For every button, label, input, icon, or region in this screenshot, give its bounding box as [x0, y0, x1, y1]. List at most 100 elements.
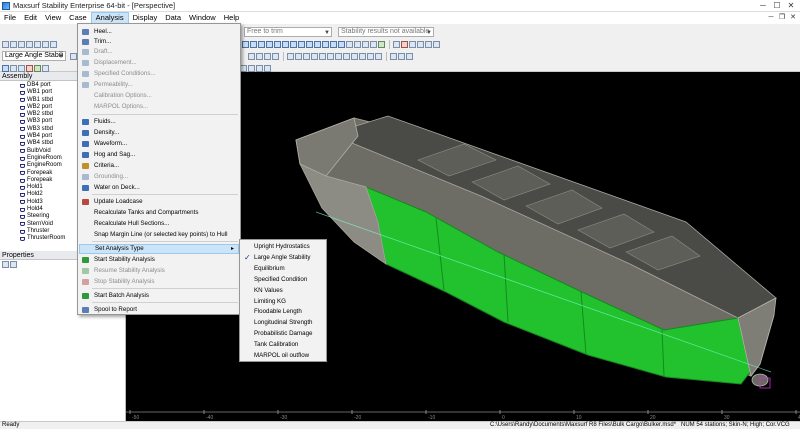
menu-edit[interactable]: Edit — [20, 12, 41, 24]
menu-item-permeability[interactable]: Permeability... — [79, 80, 239, 90]
menu-item-update-loadcase[interactable]: Update Loadcase — [79, 197, 239, 207]
maximize-icon[interactable]: ☐ — [770, 0, 784, 11]
close-icon[interactable]: ✕ — [784, 0, 798, 11]
color-tool-icon[interactable] — [401, 40, 408, 48]
layer-10-icon[interactable] — [359, 52, 366, 60]
tank-tool-icon[interactable] — [354, 40, 361, 48]
measure-tool-icon[interactable] — [240, 64, 247, 72]
margin-tool-icon[interactable] — [370, 40, 377, 48]
menu-item-density[interactable]: Density... — [79, 128, 239, 138]
menu-item-calibration-options[interactable]: Calibration Options... — [79, 91, 239, 101]
view-side-icon[interactable] — [256, 52, 263, 60]
arrow-tool-icon[interactable] — [18, 64, 25, 72]
menu-item-start-stability-analysis[interactable]: Start Stability Analysis — [79, 255, 239, 265]
undo-icon[interactable] — [50, 40, 57, 48]
layer-6-icon[interactable] — [327, 52, 334, 60]
print-icon[interactable] — [26, 40, 33, 48]
menu-item-grounding[interactable]: Grounding... — [79, 172, 239, 182]
menu-item-resume-stability-analysis[interactable]: Resume Stability Analysis — [79, 266, 239, 276]
heel-tool-icon[interactable] — [242, 40, 249, 48]
compartment-tool-icon[interactable] — [362, 40, 369, 48]
menu-item-draft[interactable]: Draft... — [79, 47, 239, 57]
layer-4-icon[interactable] — [311, 52, 318, 60]
menu-item-water-on-deck[interactable]: Water on Deck... — [79, 183, 239, 193]
render-3-icon[interactable] — [406, 52, 413, 60]
permeability-tool-icon[interactable] — [282, 40, 289, 48]
menu-item-criteria[interactable]: Criteria... — [79, 161, 239, 171]
analysis-type-upright-hydrostatics[interactable]: Upright Hydrostatics — [241, 242, 325, 253]
menu-item-recalculate-hull-sections[interactable]: Recalculate Hull Sections... — [79, 219, 239, 229]
analysis-type-marpol-oil-outflow[interactable]: MARPOL oil outflow — [241, 351, 325, 362]
layer-12-icon[interactable] — [375, 52, 382, 60]
section-tool-icon[interactable] — [346, 40, 353, 48]
paste-icon[interactable] — [42, 40, 49, 48]
analysis-type-limiting-kg[interactable]: Limiting KG — [241, 297, 325, 308]
grounding-tool-icon[interactable] — [330, 40, 337, 48]
new-icon[interactable] — [2, 40, 9, 48]
more-tool-icon[interactable] — [42, 64, 49, 72]
doc-close-icon[interactable]: ✕ — [788, 12, 798, 22]
menu-item-stop-stability-analysis[interactable]: Stop Stability Analysis — [79, 277, 239, 287]
trim-select[interactable]: Free to trim ▼ — [244, 27, 332, 37]
render-1-icon[interactable] — [390, 52, 397, 60]
analysis-type-probabilistic-damage[interactable]: Probabilistic Damage — [241, 329, 325, 340]
analysis-type-longitudinal-strength[interactable]: Longitudinal Strength — [241, 318, 325, 329]
menu-item-fluids[interactable]: Fluids... — [79, 117, 239, 127]
criteria-tool-icon[interactable] — [322, 40, 329, 48]
menu-file[interactable]: File — [0, 12, 20, 24]
stability-results-select[interactable]: Stability results not available ▼ — [338, 27, 434, 37]
condition-tool-icon[interactable] — [274, 40, 281, 48]
copy-icon[interactable] — [34, 40, 41, 48]
menu-item-waveform[interactable]: Waveform... — [79, 139, 239, 149]
layer-7-icon[interactable] — [335, 52, 342, 60]
analysis-type-select[interactable]: Large Angle Stabili ▼ — [2, 51, 66, 61]
options-tool-icon[interactable] — [433, 40, 440, 48]
doc-restore-icon[interactable]: ❐ — [777, 12, 787, 22]
menu-item-spool-to-report[interactable]: Spool to Report — [79, 305, 239, 315]
grid-tool-icon[interactable] — [425, 40, 432, 48]
render-2-icon[interactable] — [398, 52, 405, 60]
view-top-icon[interactable] — [272, 52, 279, 60]
curve-tool-icon[interactable] — [256, 64, 263, 72]
menu-item-hog-and-sag[interactable]: Hog and Sag... — [79, 150, 239, 160]
alphabetical-icon[interactable] — [10, 261, 17, 268]
menu-item-start-batch-analysis[interactable]: Start Batch Analysis — [79, 291, 239, 301]
menu-item-marpol-options[interactable]: MARPOL Options... — [79, 102, 239, 112]
frame-tool-icon[interactable] — [10, 64, 17, 72]
layer-11-icon[interactable] — [367, 52, 374, 60]
categorized-icon[interactable] — [2, 261, 9, 268]
analysis-type-large-angle-stability[interactable]: ✓ Large Angle Stability — [241, 253, 325, 264]
point-tool-icon[interactable] — [34, 64, 41, 72]
marker-tool-icon[interactable] — [26, 64, 33, 72]
menu-item-heel[interactable]: Heel... — [79, 27, 239, 37]
layer-2-icon[interactable] — [295, 52, 302, 60]
hog-sag-tool-icon[interactable] — [314, 40, 321, 48]
analysis-type-equilibrium[interactable]: Equilibrium — [241, 264, 325, 275]
ruler-tool-icon[interactable] — [248, 64, 255, 72]
menu-item-snap-margin-line-or-selected-key-points-to-hull[interactable]: Snap Margin Line (or selected key points… — [79, 230, 239, 240]
select-tool-icon[interactable] — [2, 64, 9, 72]
trim-tool-icon[interactable] — [250, 40, 257, 48]
displacement-tool-icon[interactable] — [266, 40, 273, 48]
menu-view[interactable]: View — [41, 12, 65, 24]
menu-item-recalculate-tanks-and-compartments[interactable]: Recalculate Tanks and Compartments — [79, 208, 239, 218]
analysis-type-kn-values[interactable]: KN Values — [241, 286, 325, 297]
layer-8-icon[interactable] — [343, 52, 350, 60]
layer-5-icon[interactable] — [319, 52, 326, 60]
angle-tool-icon[interactable] — [264, 64, 271, 72]
zoom-tool-icon[interactable] — [393, 40, 400, 48]
font-tool-icon[interactable] — [417, 40, 424, 48]
minimize-icon[interactable]: ─ — [756, 0, 770, 11]
analysis-type-floodable-length[interactable]: Floodable Length — [241, 307, 325, 318]
view-front-icon[interactable] — [264, 52, 271, 60]
layer-1-icon[interactable] — [287, 52, 294, 60]
analysis-type-specified-condition[interactable]: Specified Condition — [241, 275, 325, 286]
text-tool-icon[interactable] — [409, 40, 416, 48]
waveform-tool-icon[interactable] — [306, 40, 313, 48]
save-icon[interactable] — [18, 40, 25, 48]
water-tool-icon[interactable] — [338, 40, 345, 48]
menu-item-set-analysis-type[interactable]: Set Analysis Type ▸ — [79, 244, 239, 254]
layer-9-icon[interactable] — [351, 52, 358, 60]
menu-item-displacement[interactable]: Displacement... — [79, 58, 239, 68]
view-tool-icon[interactable] — [248, 52, 255, 60]
